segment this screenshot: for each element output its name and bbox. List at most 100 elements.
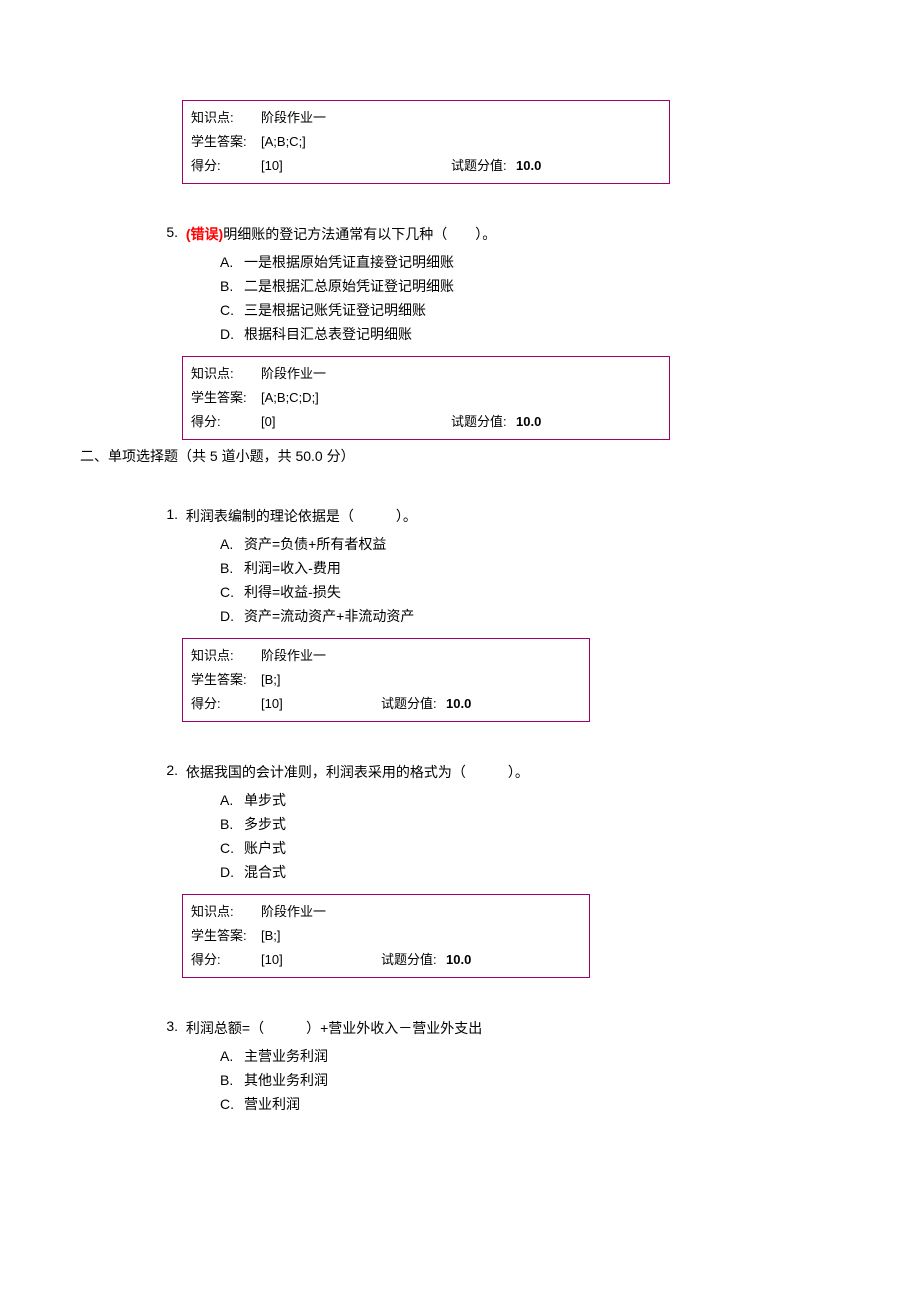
score-row: 得分: [10] 试题分值: 10.0 (191, 948, 581, 972)
option-letter: C. (220, 580, 244, 604)
option-text: 根据科目汇总表登记明细账 (244, 326, 412, 342)
question-number: 1. (156, 506, 178, 522)
option-c: C.账户式 (220, 836, 920, 860)
question-header: 1. 利润表编制的理论依据是（ ）。 A.资产=负债+所有者权益 B.利润=收入… (182, 506, 920, 628)
option-b: B.其他业务利润 (220, 1068, 920, 1092)
option-c: C.利得=收益-损失 (220, 580, 920, 604)
answer-box: 知识点: 阶段作业一 学生答案: [A;B;C;D;] 得分: [0] 试题分值… (182, 356, 670, 440)
question-value-label: 试题分值: (451, 410, 516, 434)
score-value: [10] (261, 692, 381, 716)
option-d: D.资产=流动资产+非流动资产 (220, 604, 920, 628)
score-value: [10] (261, 154, 451, 178)
question-header: 2. 依据我国的会计准则，利润表采用的格式为（ ）。 A.单步式 B.多步式 C… (182, 762, 920, 884)
option-text: 营业利润 (244, 1096, 300, 1112)
option-letter: A. (220, 532, 244, 556)
option-letter: D. (220, 860, 244, 884)
score-label: 得分: (191, 692, 261, 716)
question-text: 明细账的登记方法通常有以下几种（ ）。 (223, 226, 496, 242)
knowledge-point-row: 知识点: 阶段作业一 (191, 644, 581, 668)
question-value-value: 10.0 (446, 948, 471, 972)
answer-box: 知识点: 阶段作业一 学生答案: [A;B;C;] 得分: [10] 试题分值:… (182, 100, 670, 184)
question-value-value: 10.0 (446, 692, 471, 716)
option-d: D.混合式 (220, 860, 920, 884)
option-b: B.利润=收入-费用 (220, 556, 920, 580)
knowledge-point-value: 阶段作业一 (261, 106, 661, 130)
knowledge-point-label: 知识点: (191, 900, 261, 924)
option-c: C.营业利润 (220, 1092, 920, 1116)
options-list: A.资产=负债+所有者权益 B.利润=收入-费用 C.利得=收益-损失 D.资产… (220, 532, 920, 628)
option-letter: D. (220, 322, 244, 346)
question-text: 依据我国的会计准则，利润表采用的格式为（ ）。 (186, 764, 529, 780)
option-text: 混合式 (244, 864, 286, 880)
knowledge-point-value: 阶段作业一 (261, 362, 661, 386)
question-value-value: 10.0 (516, 154, 541, 178)
option-letter: B. (220, 274, 244, 298)
question-text: 利润表编制的理论依据是（ ）。 (186, 508, 417, 524)
option-letter: C. (220, 298, 244, 322)
options-list: A.一是根据原始凭证直接登记明细账 B.二是根据汇总原始凭证登记明细账 C.三是… (220, 250, 920, 346)
knowledge-point-label: 知识点: (191, 362, 261, 386)
option-c: C.三是根据记账凭证登记明细账 (220, 298, 920, 322)
student-answer-label: 学生答案: (191, 130, 261, 154)
option-text: 多步式 (244, 816, 286, 832)
knowledge-point-label: 知识点: (191, 644, 261, 668)
option-text: 利得=收益-损失 (244, 584, 341, 600)
question-value-value: 10.0 (516, 410, 541, 434)
option-text: 资产=负债+所有者权益 (244, 536, 386, 552)
option-a: A.单步式 (220, 788, 920, 812)
student-answer-row: 学生答案: [B;] (191, 924, 581, 948)
option-letter: B. (220, 1068, 244, 1092)
student-answer-value: [A;B;C;D;] (261, 386, 661, 410)
option-text: 其他业务利润 (244, 1072, 328, 1088)
score-value: [0] (261, 410, 451, 434)
option-letter: A. (220, 250, 244, 274)
option-text: 账户式 (244, 840, 286, 856)
knowledge-point-label: 知识点: (191, 106, 261, 130)
option-a: A.资产=负债+所有者权益 (220, 532, 920, 556)
knowledge-point-value: 阶段作业一 (261, 644, 581, 668)
option-text: 主营业务利润 (244, 1048, 328, 1064)
student-answer-row: 学生答案: [A;B;C;] (191, 130, 661, 154)
option-letter: A. (220, 1044, 244, 1068)
score-label: 得分: (191, 948, 261, 972)
section2-question-3: 3. 利润总额=（ ）+营业外收入－营业外支出 A.主营业务利润 B.其他业务利… (0, 1018, 920, 1116)
option-a: A.主营业务利润 (220, 1044, 920, 1068)
question-number: 3. (156, 1018, 178, 1034)
knowledge-point-value: 阶段作业一 (261, 900, 581, 924)
option-letter: B. (220, 812, 244, 836)
options-list: A.主营业务利润 B.其他业务利润 C.营业利润 (220, 1044, 920, 1116)
student-answer-label: 学生答案: (191, 668, 261, 692)
option-b: B.二是根据汇总原始凭证登记明细账 (220, 274, 920, 298)
question-header: 5. (错误)明细账的登记方法通常有以下几种（ ）。 A.一是根据原始凭证直接登… (182, 224, 920, 346)
question-value-label: 试题分值: (451, 154, 516, 178)
student-answer-value: [A;B;C;] (261, 130, 661, 154)
question-header: 3. 利润总额=（ ）+营业外收入－营业外支出 A.主营业务利润 B.其他业务利… (182, 1018, 920, 1116)
student-answer-value: [B;] (261, 924, 581, 948)
option-letter: D. (220, 604, 244, 628)
page-content: 知识点: 阶段作业一 学生答案: [A;B;C;] 得分: [10] 试题分值:… (0, 0, 920, 1116)
score-label: 得分: (191, 410, 261, 434)
option-letter: C. (220, 1092, 244, 1116)
option-letter: C. (220, 836, 244, 860)
option-text: 利润=收入-费用 (244, 560, 341, 576)
question-number: 5. (156, 224, 178, 240)
option-text: 单步式 (244, 792, 286, 808)
option-text: 一是根据原始凭证直接登记明细账 (244, 254, 454, 270)
knowledge-point-row: 知识点: 阶段作业一 (191, 106, 661, 130)
section2-question-2: 2. 依据我国的会计准则，利润表采用的格式为（ ）。 A.单步式 B.多步式 C… (0, 762, 920, 978)
answer-box: 知识点: 阶段作业一 学生答案: [B;] 得分: [10] 试题分值: 10.… (182, 638, 590, 722)
section-2-header: 二、单项选择题（共 5 道小题，共 50.0 分） (80, 446, 920, 466)
student-answer-row: 学生答案: [A;B;C;D;] (191, 386, 661, 410)
option-d: D.根据科目汇总表登记明细账 (220, 322, 920, 346)
option-text: 三是根据记账凭证登记明细账 (244, 302, 426, 318)
knowledge-point-row: 知识点: 阶段作业一 (191, 900, 581, 924)
answer-box: 知识点: 阶段作业一 学生答案: [B;] 得分: [10] 试题分值: 10.… (182, 894, 590, 978)
question-5: 5. (错误)明细账的登记方法通常有以下几种（ ）。 A.一是根据原始凭证直接登… (0, 224, 920, 440)
options-list: A.单步式 B.多步式 C.账户式 D.混合式 (220, 788, 920, 884)
student-answer-row: 学生答案: [B;] (191, 668, 581, 692)
option-letter: B. (220, 556, 244, 580)
student-answer-label: 学生答案: (191, 924, 261, 948)
option-a: A.一是根据原始凭证直接登记明细账 (220, 250, 920, 274)
option-b: B.多步式 (220, 812, 920, 836)
knowledge-point-row: 知识点: 阶段作业一 (191, 362, 661, 386)
